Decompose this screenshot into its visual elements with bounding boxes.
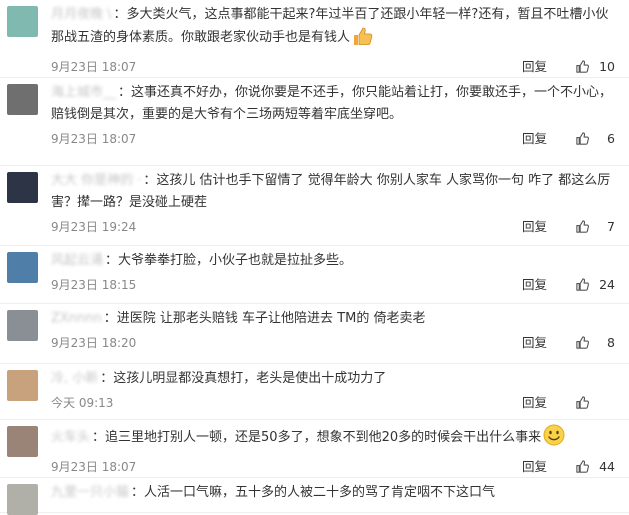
username[interactable]: ZXnnnn [51,311,102,326]
comment-text: 追三里地打别人一顿，还是50多了，想象不到他20多的时候会干出什么事来 [105,430,542,445]
comment-time: 9月23日 18:20 [51,336,137,350]
reply-button[interactable]: 回复 [522,393,547,413]
username[interactable]: 风起云涌 [51,253,103,268]
reply-button[interactable]: 回复 [522,457,547,477]
comment-time: 9月23日 18:07 [51,132,137,146]
comment-item: 火车头 ：追三里地打别人一顿，还是50多了，想象不到他20多的时候会干出什么事来 9… [0,420,629,478]
comment-content: 九里一只小猫 ：人活一口气嘛，五十多的人被二十多的骂了肯定咽不下这口气 [51,482,615,504]
smile-emoji-icon [543,424,565,454]
reply-button[interactable]: 回复 [522,217,547,237]
comment-text: 这事还真不好办，你说你要是不还手，你只能站着让打，你要敢还手，一个不小心，赔钱倒… [51,85,613,122]
comment-meta: 9月23日 18:20 回复 8 [51,333,615,353]
colon-separator: ： [100,371,114,386]
username[interactable]: 冷, 小新 [51,371,98,386]
comment-item: 月月夜晚 \ ：多大类火气，这点事都能干起来?年过半百了还跟小年轻一样?还有，暂且… [0,0,629,78]
comment-body: 风起云涌 ：大爷拳拳打脸，小伙子也就是拉扯多些。 9月23日 18:15 回复 24 [51,250,615,295]
username[interactable]: 月月夜晚 \ [51,7,112,22]
like-button[interactable]: 44 [575,457,615,477]
like-count: 44 [599,459,615,474]
comment-item: 风起云涌 ：大爷拳拳打脸，小伙子也就是拉扯多些。 9月23日 18:15 回复 24 [0,246,629,304]
comment-body: ZXnnnn ：进医院 让那老头赔钱 车子让他陪进去 TM的 倚老卖老 9月23日 … [51,308,615,353]
username[interactable]: 海上城市__ [51,85,116,100]
comment-item: 九里一只小猫 ：人活一口气嘛，五十多的人被二十多的骂了肯定咽不下这口气 [0,478,629,515]
comment-time: 9月23日 18:07 [51,60,137,74]
comment-text: 进医院 让那老头赔钱 车子让他陪进去 TM的 倚老卖老 [116,311,426,326]
comment-time: 今天 09:13 [51,396,114,410]
avatar[interactable] [7,172,38,203]
avatar[interactable] [7,252,38,283]
comment-item: ZXnnnn ：进医院 让那老头赔钱 车子让他陪进去 TM的 倚老卖老 9月23日 … [0,304,629,364]
like-count: 6 [607,131,615,146]
like-button[interactable] [575,393,615,413]
colon-separator: ： [118,85,132,100]
reply-button[interactable]: 回复 [522,333,547,353]
colon-separator: ： [113,7,127,22]
colon-separator: ： [92,430,106,445]
comment-text: 人活一口气嘛，五十多的人被二十多的骂了肯定咽不下这口气 [144,485,496,500]
comment-content: 月月夜晚 \ ：多大类火气，这点事都能干起来?年过半百了还跟小年轻一样?还有，暂且… [51,4,615,54]
avatar[interactable] [7,484,38,515]
comment-time: 9月23日 18:07 [51,460,137,474]
like-button[interactable]: 7 [575,217,615,237]
comment-meta: 9月23日 18:15 回复 24 [51,275,615,295]
avatar[interactable] [7,310,38,341]
comment-content: 风起云涌 ：大爷拳拳打脸，小伙子也就是拉扯多些。 [51,250,615,272]
comment-body: 海上城市__ ：这事还真不好办，你说你要是不还手，你只能站着让打，你要敢还手，一个… [51,82,615,149]
username[interactable]: 火车头 [51,430,90,445]
comment-text: 大爷拳拳打脸，小伙子也就是拉扯多些。 [118,253,353,268]
thumbs-up-emoji-icon [352,26,374,54]
reply-button[interactable]: 回复 [522,57,547,77]
comment-item: 海上城市__ ：这事还真不好办，你说你要是不还手，你只能站着让打，你要敢还手，一个… [0,78,629,166]
comment-body: 月月夜晚 \ ：多大类火气，这点事都能干起来?年过半百了还跟小年轻一样?还有，暂且… [51,4,615,77]
avatar[interactable] [7,426,38,457]
comment-meta: 今天 09:13 回复 [51,393,615,413]
avatar[interactable] [7,84,38,115]
colon-separator: ： [131,485,145,500]
like-button[interactable]: 24 [575,275,615,295]
username[interactable]: 大大 你是神的 · [51,173,141,188]
comment-body: 冷, 小新 ：这孩儿明显都没真想打，老头是使出十成功力了今天 09:13 回复 [51,368,615,413]
username[interactable]: 九里一只小猫 [51,485,129,500]
like-button[interactable]: 10 [575,57,615,77]
comment-content: 海上城市__ ：这事还真不好办，你说你要是不还手，你只能站着让打，你要敢还手，一个… [51,82,615,126]
comment-content: 冷, 小新 ：这孩儿明显都没真想打，老头是使出十成功力了 [51,368,615,390]
comment-body: 大大 你是神的 · ：这孩儿 估计也手下留情了 觉得年龄大 你别人家车 人家骂你一… [51,170,615,237]
like-count: 7 [607,219,615,234]
like-button[interactable]: 6 [575,129,615,149]
comment-content: 大大 你是神的 · ：这孩儿 估计也手下留情了 觉得年龄大 你别人家车 人家骂你一… [51,170,615,214]
like-button[interactable]: 8 [575,333,615,353]
colon-separator: ： [103,311,117,326]
avatar[interactable] [7,370,38,401]
colon-separator: ： [143,173,157,188]
reply-button[interactable]: 回复 [522,275,547,295]
avatar[interactable] [7,6,38,37]
like-count: 10 [599,59,615,74]
comment-time: 9月23日 19:24 [51,220,137,234]
comment-content: ZXnnnn ：进医院 让那老头赔钱 车子让他陪进去 TM的 倚老卖老 [51,308,615,330]
reply-button[interactable]: 回复 [522,129,547,149]
comment-meta: 9月23日 19:24 回复 7 [51,217,615,237]
comment-item: 冷, 小新 ：这孩儿明显都没真想打，老头是使出十成功力了今天 09:13 回复 [0,364,629,420]
comment-meta: 9月23日 18:07 回复 44 [51,457,615,477]
like-count: 24 [599,277,615,292]
comment-meta: 9月23日 18:07 回复 10 [51,57,615,77]
comment-body: 九里一只小猫 ：人活一口气嘛，五十多的人被二十多的骂了肯定咽不下这口气 [51,482,615,504]
comment-body: 火车头 ：追三里地打别人一顿，还是50多了，想象不到他20多的时候会干出什么事来 9… [51,424,615,477]
comment-item: 大大 你是神的 · ：这孩儿 估计也手下留情了 觉得年龄大 你别人家车 人家骂你一… [0,166,629,246]
comment-time: 9月23日 18:15 [51,278,137,292]
comment-text: 这孩儿明显都没真想打，老头是使出十成功力了 [113,371,387,386]
comment-meta: 9月23日 18:07 回复 6 [51,129,615,149]
colon-separator: ： [105,253,119,268]
like-count: 8 [607,335,615,350]
comment-text: 多大类火气，这点事都能干起来?年过半百了还跟小年轻一样?还有，暂且不吐槽小伙那战… [51,7,609,45]
comment-content: 火车头 ：追三里地打别人一顿，还是50多了，想象不到他20多的时候会干出什么事来 [51,424,615,454]
